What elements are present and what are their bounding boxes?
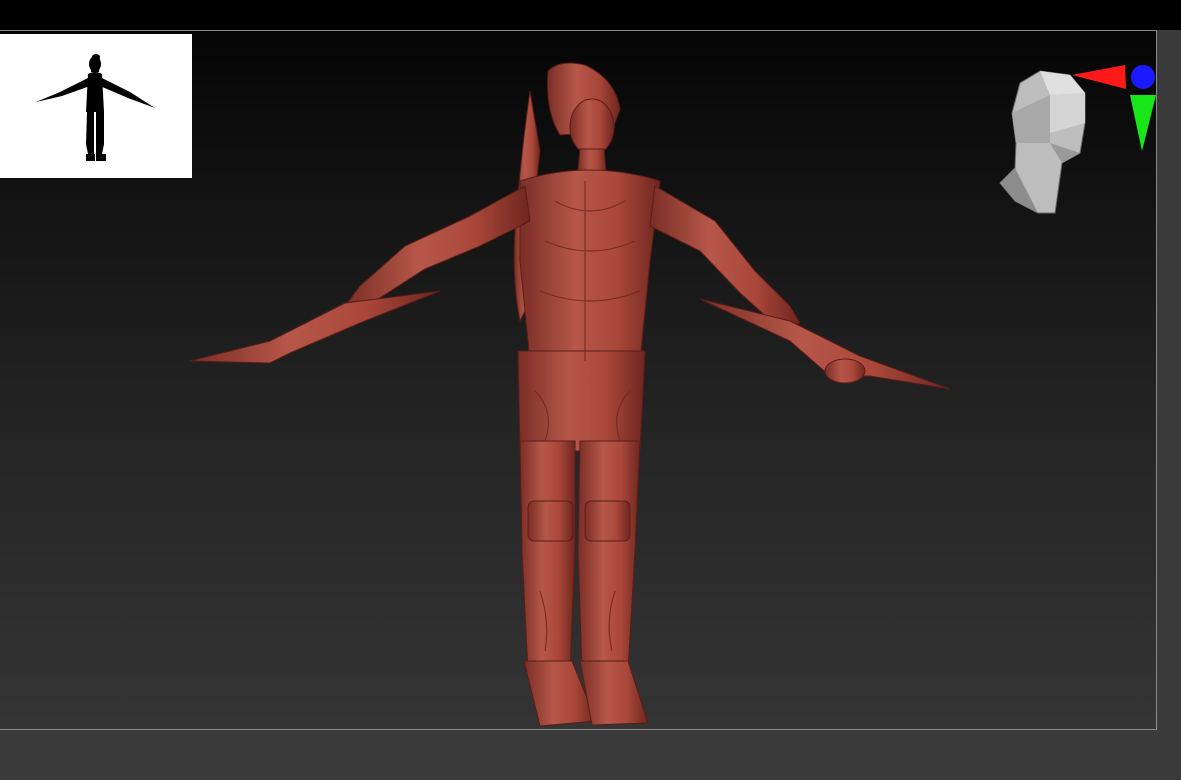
orientation-gizmo[interactable]	[990, 33, 1157, 223]
head-gizmo-icon	[999, 70, 1086, 214]
y-axis-arrow-icon[interactable]	[1130, 95, 1156, 151]
document-viewport[interactable]	[0, 30, 1157, 730]
right-margin	[1157, 30, 1181, 730]
top-bar	[0, 0, 1181, 30]
bottom-margin	[0, 730, 1181, 780]
x-axis-arrow-icon[interactable]	[1072, 65, 1126, 89]
sculpted-character-model[interactable]	[0, 31, 1157, 730]
app-window	[0, 0, 1181, 780]
z-axis-dot-icon[interactable]	[1131, 65, 1155, 89]
